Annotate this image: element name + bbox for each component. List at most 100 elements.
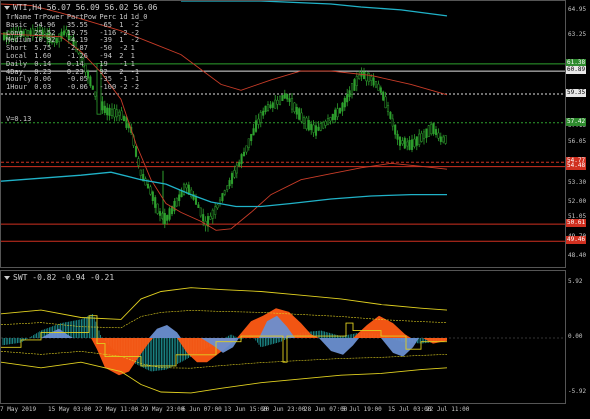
price-axis[interactable]: 64.9563.2559.3557.1556.0553.3052.0051.05… (566, 0, 590, 268)
candle-body (199, 207, 202, 217)
candle-body (250, 133, 253, 142)
candle-body (281, 95, 284, 101)
candle-body (319, 123, 322, 131)
indicator-tick-label: -5.92 (568, 388, 587, 396)
candle-body (94, 91, 97, 97)
candle-body (295, 106, 298, 115)
time-tick-label: 20 Jun 23:00 (262, 406, 306, 413)
indicator-axis[interactable]: 5.92 0.00 -5.92 (566, 270, 590, 404)
candle-body (264, 105, 267, 113)
candle-body (209, 215, 212, 220)
candle-body (427, 125, 430, 137)
candle-body (386, 105, 390, 113)
indicator-title: SWT -0.82 -0.94 -0.21 (4, 273, 114, 282)
candle-body (437, 132, 440, 139)
candle-body (226, 185, 229, 190)
candle-body (370, 76, 373, 81)
candle-body (379, 87, 382, 93)
candle-body (290, 98, 294, 110)
candle-body (331, 113, 334, 121)
envelope-upper (1, 287, 448, 320)
table-cell: 0.03 (34, 83, 52, 92)
candle-body (175, 197, 178, 207)
candle-body (223, 190, 226, 195)
candle-body (149, 186, 152, 195)
candle-body (271, 102, 274, 108)
candle-body (247, 138, 250, 148)
table-cell: -0.06 (66, 83, 88, 92)
candle-body (106, 107, 109, 116)
candle-body (108, 107, 111, 116)
candle-body (377, 83, 380, 91)
candle-body (394, 124, 397, 135)
candle-body (163, 213, 166, 225)
chart-title: WTI,H4 56.07 56.09 56.02 56.06 (4, 3, 158, 12)
candle-body (396, 133, 399, 140)
candle-body (372, 77, 375, 86)
candle-body (365, 71, 368, 82)
candle-body (151, 191, 154, 202)
candle-body (137, 158, 140, 166)
candle-body (257, 118, 260, 125)
candle-body (110, 108, 114, 116)
candle-body (197, 204, 200, 208)
indicator-blue-area (381, 338, 419, 357)
candle-body (415, 136, 418, 146)
candle-body (350, 83, 354, 95)
candle-body (103, 105, 106, 114)
price-tick-label: 52.00 (568, 198, 587, 206)
price-tick-label: 53.30 (568, 179, 587, 187)
candle-body (367, 72, 370, 82)
candle-body (422, 131, 426, 140)
trend-power-table: TrName TrPower PartPow Perc 1d 1d_0 Basic 54.96… (6, 13, 150, 92)
candle-body (278, 95, 282, 105)
candle-body (156, 203, 159, 214)
candle-body (221, 193, 224, 201)
candle-body (182, 183, 186, 195)
table-row: 1Hour 0.03 -0.06 -100 -2 -2 (6, 83, 150, 92)
price-chart-pane[interactable]: WTI,H4 56.07 56.09 56.02 56.06 TrName TrP… (0, 0, 566, 268)
candle-body (266, 104, 270, 111)
candle-body (401, 140, 404, 145)
candle-body (230, 173, 234, 184)
indicator-tick-label: 5.92 (568, 277, 583, 285)
candle-body (432, 122, 435, 135)
candle-body (288, 98, 291, 103)
candle-body (262, 110, 265, 116)
time-tick-label: 15 Jul 03:00 (388, 406, 432, 413)
table-cell: -100 (99, 83, 117, 92)
candle-body (307, 120, 310, 131)
candle-body (439, 136, 442, 142)
candle-body (403, 137, 406, 149)
candle-body (302, 117, 306, 124)
candle-body (310, 123, 313, 131)
candle-body (276, 100, 279, 105)
indicator-blue-area (149, 325, 181, 338)
candle-body (430, 124, 433, 135)
candle-body (118, 111, 121, 116)
candle-body (326, 118, 330, 125)
candle-body (269, 104, 272, 108)
indicator-canvas[interactable] (1, 271, 566, 404)
candle-body (115, 109, 118, 118)
ma-cyan (1, 171, 447, 208)
candle-body (166, 215, 169, 221)
candle-body (312, 124, 315, 133)
collapse-triangle-icon[interactable] (4, 275, 10, 280)
indicator-title-text: SWT -0.82 -0.94 -0.21 (13, 273, 115, 282)
candle-body (324, 121, 327, 126)
candle-body (334, 109, 337, 121)
table-cell: 1Hour (6, 83, 28, 92)
candle-body (113, 108, 116, 118)
collapse-triangle-icon[interactable] (4, 5, 10, 10)
candle-body (341, 102, 344, 112)
candle-body (406, 141, 409, 147)
indicator-pane[interactable]: SWT -0.82 -0.94 -0.21 (0, 270, 566, 404)
candle-body (228, 180, 231, 187)
price-tick-label: 48.40 (568, 252, 587, 260)
table-cell: -2 (130, 83, 140, 92)
candle-body (173, 200, 176, 212)
table-cell: -2 (119, 83, 128, 92)
candle-body (314, 125, 318, 136)
indicator-orange-area (353, 315, 411, 338)
